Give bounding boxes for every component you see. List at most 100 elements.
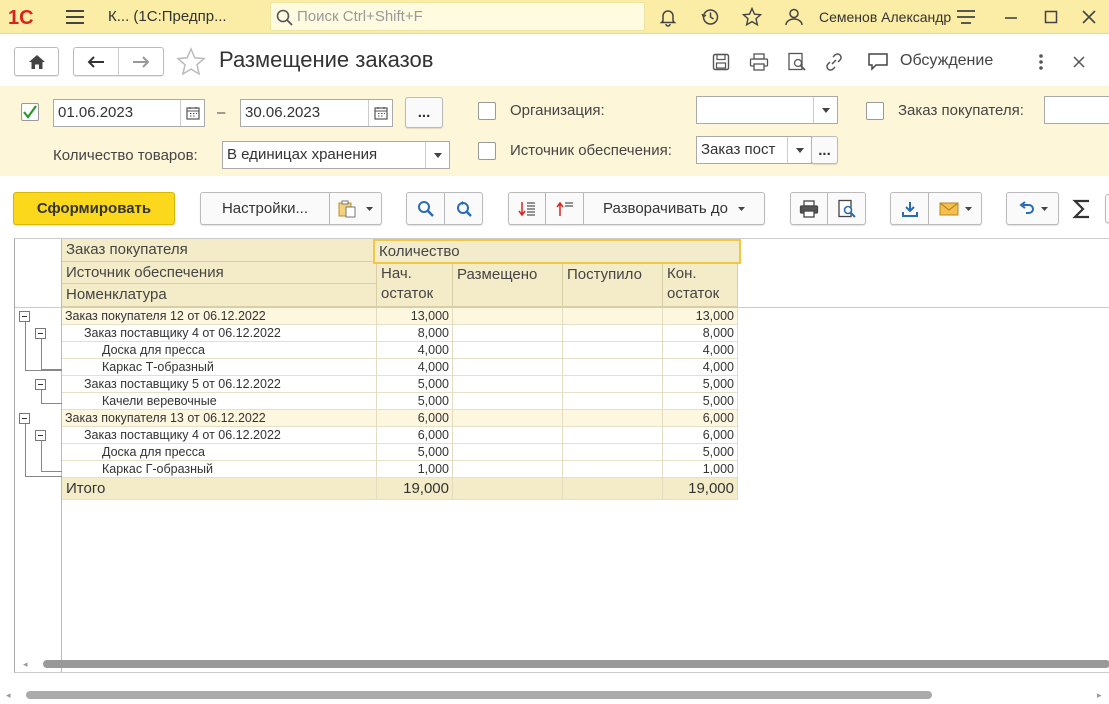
- close-form-icon[interactable]: [1069, 51, 1089, 73]
- collapse-toggle[interactable]: [19, 311, 30, 322]
- expand-icon: [555, 201, 573, 216]
- collapse-toggle[interactable]: [35, 328, 46, 339]
- row-received: [563, 410, 663, 427]
- period-checkbox[interactable]: [21, 103, 39, 121]
- arrow-right-icon: [132, 55, 150, 68]
- discussion-icon[interactable]: [866, 51, 890, 73]
- organization-checkbox[interactable]: [478, 102, 496, 120]
- settings-group: Настройки...: [200, 192, 382, 225]
- chevron-down-icon[interactable]: [787, 137, 811, 163]
- row-label: Заказ покупателя 13 от 06.12.2022: [62, 410, 377, 427]
- row-end: 5,000: [663, 444, 738, 461]
- sum-icon[interactable]: [1070, 196, 1094, 222]
- more-actions-icon[interactable]: [1031, 51, 1051, 73]
- source-select-button[interactable]: ...: [811, 136, 838, 164]
- favorite-star-icon[interactable]: [175, 46, 207, 78]
- scroll-left-arrow-icon[interactable]: ◂: [23, 659, 33, 669]
- expand-to-button[interactable]: Разворачивать до: [584, 192, 765, 225]
- page-horizontal-scrollbar[interactable]: [26, 691, 932, 699]
- find-next-icon: [456, 200, 472, 217]
- save-icon[interactable]: [710, 51, 732, 73]
- row-received: [563, 461, 663, 478]
- source-field[interactable]: Заказ пост: [696, 136, 812, 164]
- star-icon[interactable]: [741, 6, 763, 28]
- date-from-field[interactable]: 01.06.2023: [53, 99, 205, 127]
- 1c-logo[interactable]: 1С: [8, 6, 54, 29]
- find-next-button[interactable]: [445, 192, 483, 225]
- period-select-button[interactable]: ...: [405, 97, 443, 128]
- save-to-file-button[interactable]: [890, 192, 929, 225]
- row-start: 5,000: [377, 393, 453, 410]
- forward-button[interactable]: [119, 48, 164, 75]
- print-preview-button[interactable]: [828, 192, 866, 225]
- collapse-toggle[interactable]: [35, 379, 46, 390]
- user-name[interactable]: Семенов Александр: [819, 0, 951, 34]
- calendar-icon[interactable]: [368, 100, 392, 126]
- collapse-toggle[interactable]: [35, 430, 46, 441]
- find-button[interactable]: [406, 192, 445, 225]
- decode-button[interactable]: [1006, 192, 1059, 225]
- date-to-field[interactable]: 30.06.2023: [240, 99, 393, 127]
- home-button[interactable]: [14, 47, 59, 76]
- link-icon[interactable]: [823, 51, 845, 73]
- customer-order-checkbox[interactable]: [866, 102, 884, 120]
- generate-button[interactable]: Сформировать: [13, 192, 175, 225]
- calendar-icon[interactable]: [180, 100, 204, 126]
- user-icon[interactable]: [782, 6, 806, 28]
- export-group: [890, 192, 982, 225]
- row-received: [563, 444, 663, 461]
- chevron-down-icon: [366, 206, 373, 211]
- svg-text:1С: 1С: [8, 7, 34, 28]
- chevron-down-icon[interactable]: [813, 97, 837, 123]
- back-button[interactable]: [74, 48, 119, 75]
- variants-button[interactable]: [330, 192, 382, 225]
- row-label: Доска для пресса: [62, 342, 377, 359]
- settings-button[interactable]: Настройки...: [200, 192, 330, 225]
- quantity-field[interactable]: В единицах хранения: [222, 141, 450, 169]
- send-email-button[interactable]: [929, 192, 982, 225]
- minimize-icon[interactable]: [1000, 7, 1022, 27]
- row-label: Заказ покупателя 12 от 06.12.2022: [62, 308, 377, 325]
- tree-line: [25, 319, 26, 370]
- row-end: 5,000: [663, 393, 738, 410]
- settings-menu-icon[interactable]: [955, 7, 977, 27]
- preview-icon[interactable]: [786, 51, 808, 73]
- print-button[interactable]: [790, 192, 828, 225]
- scroll-left-arrow-icon[interactable]: ◂: [6, 690, 16, 700]
- tree-line: [25, 370, 62, 371]
- scroll-right-arrow-icon[interactable]: ▸: [1097, 690, 1107, 700]
- row-end: 6,000: [663, 410, 738, 427]
- report-horizontal-scrollbar[interactable]: [43, 660, 1109, 668]
- source-value: Заказ пост: [701, 141, 776, 158]
- row-received: [563, 325, 663, 342]
- chevron-down-icon: [964, 206, 972, 211]
- row-label: Качели веревочные: [62, 393, 377, 410]
- tree-line: [41, 471, 62, 472]
- search-group: [406, 192, 483, 225]
- collapse-toggle[interactable]: [19, 413, 30, 424]
- total-placed: [453, 478, 563, 500]
- expand-all-button[interactable]: [546, 192, 584, 225]
- source-checkbox[interactable]: [478, 142, 496, 160]
- download-icon: [901, 201, 918, 217]
- row-label: Заказ поставщику 4 от 06.12.2022: [62, 427, 377, 444]
- more-toolbar-button[interactable]: [1105, 194, 1109, 223]
- print-icon[interactable]: [748, 51, 770, 73]
- chevron-down-icon[interactable]: [425, 142, 449, 168]
- collapse-all-button[interactable]: [508, 192, 546, 225]
- organization-field[interactable]: [696, 96, 838, 124]
- row-start: 6,000: [377, 410, 453, 427]
- bell-icon[interactable]: [657, 6, 679, 28]
- discussion-link[interactable]: Обсуждение: [900, 52, 993, 70]
- close-window-icon[interactable]: [1078, 7, 1100, 27]
- total-received: [563, 478, 663, 500]
- search-box[interactable]: Поиск Ctrl+Shift+F: [270, 2, 645, 31]
- history-icon[interactable]: [699, 6, 721, 28]
- row-label: Заказ поставщику 5 от 06.12.2022: [62, 376, 377, 393]
- row-received: [563, 359, 663, 376]
- menu-icon[interactable]: [64, 7, 86, 27]
- customer-order-field[interactable]: [1044, 96, 1109, 124]
- maximize-icon[interactable]: [1040, 7, 1062, 27]
- undo-arrow-icon: [1019, 200, 1034, 214]
- report-area[interactable]: Заказ покупателя Источник обеспечения Но…: [14, 238, 1109, 673]
